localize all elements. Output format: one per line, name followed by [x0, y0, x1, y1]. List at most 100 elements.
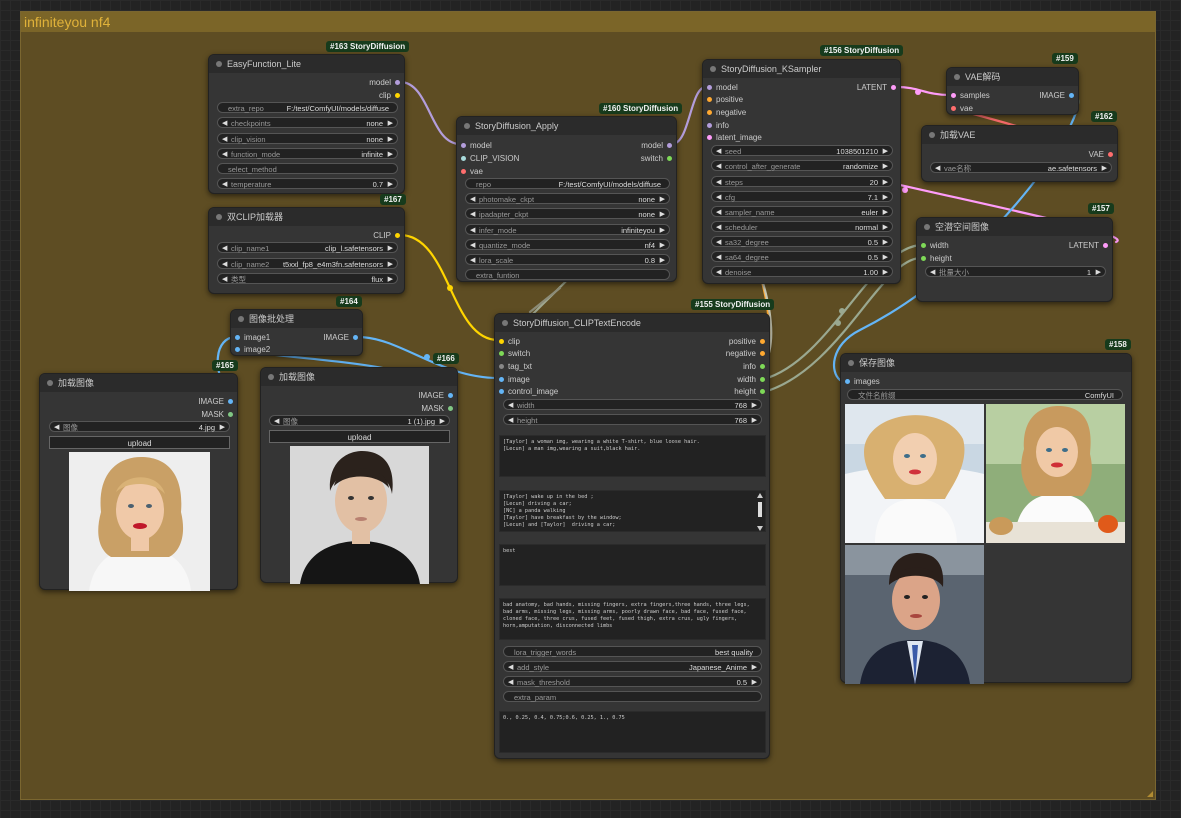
output-negative[interactable]: negative — [726, 349, 765, 358]
collapse-dot[interactable] — [502, 320, 508, 326]
widget-width[interactable]: ◀ width 768 ▶ — [503, 399, 762, 410]
input-height[interactable]: height — [921, 254, 952, 263]
node-title[interactable]: 双CLIP加载器 — [209, 208, 404, 226]
widget-clip-name1[interactable]: ◀ clip_name1 clip_l.safetensors ▶ — [217, 242, 398, 253]
widget-seed[interactable]: ◀ seed 1038501210 ▶ — [711, 145, 893, 156]
input-clip-vision[interactable]: CLIP_VISION — [461, 154, 519, 163]
output-mask[interactable]: MASK — [201, 410, 233, 419]
widget-image-select[interactable]: ◀ 图像 1 (1).jpg ▶ — [269, 415, 450, 426]
widget-sampler-name[interactable]: ◀ sampler_name euler ▶ — [711, 206, 893, 217]
collapse-dot[interactable] — [464, 123, 470, 129]
node-vae-decode[interactable]: VAE解码 samples vae IMAGE — [946, 67, 1079, 115]
output-image[interactable]: IMAGE — [323, 333, 358, 342]
input-clip[interactable]: clip — [499, 337, 520, 346]
node-title[interactable]: 加载图像 — [261, 368, 457, 386]
character-prompt-textarea[interactable]: [Taylor] a woman img, wearing a white T-… — [499, 435, 766, 477]
widget-sa32-degree[interactable]: ◀ sa32_degree 0.5 ▶ — [711, 236, 893, 247]
output-latent[interactable]: LATENT — [857, 83, 896, 92]
collapse-dot[interactable] — [848, 360, 854, 366]
output-image-1[interactable] — [845, 404, 984, 543]
upload-button[interactable]: upload — [49, 436, 230, 449]
collapse-dot[interactable] — [216, 214, 222, 220]
node-title[interactable]: StoryDiffusion_Apply — [457, 117, 676, 135]
input-latent-image[interactable]: latent_image — [707, 133, 762, 142]
node-title[interactable]: 空潜空间图像 — [917, 218, 1112, 236]
node-dual-clip-loader[interactable]: 双CLIP加载器 CLIP ◀ clip_name1 clip_l.safetens… — [208, 207, 405, 294]
input-width[interactable]: width — [921, 241, 949, 250]
widget-mask-threshold[interactable]: ◀ mask_threshold 0.5 ▶ — [503, 676, 762, 687]
collapse-dot[interactable] — [929, 132, 935, 138]
input-negative[interactable]: negative — [707, 108, 746, 117]
widget-photomake-ckpt[interactable]: ◀ photomake_ckpt none ▶ — [465, 193, 670, 204]
output-positive[interactable]: positive — [729, 337, 765, 346]
node-load-vae[interactable]: 加载VAE VAE ◀ vae名称 ae.safetensors ▶ — [921, 125, 1118, 182]
widget-extra-repo[interactable]: extra_repo F:/test/ComfyUI/models/diffuse — [217, 102, 398, 113]
input-image[interactable]: image — [499, 375, 530, 384]
node-storydiffusion-apply[interactable]: StoryDiffusion_Apply model CLIP_VISION v… — [456, 116, 677, 282]
widget-lora-trigger-words[interactable]: lora_trigger_words best quality — [503, 646, 762, 657]
collapse-dot[interactable] — [710, 66, 716, 72]
textarea-scrollbar[interactable] — [757, 493, 763, 531]
negative-prompt-textarea[interactable]: bad anatomy, bad hands, missing fingers,… — [499, 598, 766, 640]
collapse-dot[interactable] — [238, 316, 244, 322]
input-tag-txt[interactable]: tag_txt — [499, 362, 532, 371]
widget-denoise[interactable]: ◀ denoise 1.00 ▶ — [711, 266, 893, 277]
widget-filename-prefix[interactable]: 文件名前缀 ComfyUI — [847, 389, 1123, 400]
node-image-batch[interactable]: 图像批处理 image1 image2 IMAGE — [230, 309, 363, 356]
input-samples[interactable]: samples — [951, 91, 990, 100]
node-easyfunction-lite[interactable]: EasyFunction_Lite model clip extra_repo F… — [208, 54, 405, 194]
output-switch[interactable]: switch — [641, 154, 672, 163]
node-save-image[interactable]: 保存图像 images 文件名前缀 ComfyUI — [840, 353, 1132, 684]
node-title[interactable]: 加载VAE — [922, 126, 1117, 144]
collapse-dot[interactable] — [924, 224, 930, 230]
output-model[interactable]: model — [369, 78, 400, 87]
node-empty-latent[interactable]: 空潜空间图像 width height LATENT ◀ 批量大小 1 ▶ — [916, 217, 1113, 302]
upload-button[interactable]: upload — [269, 430, 450, 443]
widget-select-method[interactable]: select_method — [217, 163, 398, 174]
widget-clip-vision[interactable]: ◀ clip_vision none ▶ — [217, 133, 398, 144]
widget-control-after-generate[interactable]: ◀ control_after_generate randomize ▶ — [711, 160, 893, 171]
input-info[interactable]: info — [707, 121, 729, 130]
output-image[interactable]: IMAGE — [1039, 91, 1074, 100]
widget-scheduler[interactable]: ◀ scheduler normal ▶ — [711, 221, 893, 232]
widget-sa64-degree[interactable]: ◀ sa64_degree 0.5 ▶ — [711, 251, 893, 262]
widget-repo[interactable]: repo F:/test/ComfyUI/models/diffuse — [465, 178, 670, 189]
node-storydiffusion-cliptextencode[interactable]: StoryDiffusion_CLIPTextEncode clip switc… — [494, 313, 770, 759]
output-mask[interactable]: MASK — [421, 404, 453, 413]
output-image-3[interactable] — [845, 545, 984, 684]
widget-extra-param[interactable]: extra_param — [503, 691, 762, 702]
scene-prompt-textarea[interactable]: [Taylor] wake up in the bed ; [Lecun] dr… — [499, 490, 766, 532]
widget-add-style[interactable]: ◀ add_style Japanese_Anime ▶ — [503, 661, 762, 672]
output-clip[interactable]: CLIP — [373, 231, 400, 240]
output-image[interactable]: IMAGE — [418, 391, 453, 400]
node-storydiffusion-ksampler[interactable]: StoryDiffusion_KSampler model positive n… — [702, 59, 901, 284]
node-title[interactable]: 加载图像 — [40, 374, 237, 392]
output-latent[interactable]: LATENT — [1069, 241, 1108, 250]
widget-quantize-mode[interactable]: ◀ quantize_mode nf4 ▶ — [465, 239, 670, 250]
node-load-image-1[interactable]: 加载图像 IMAGE MASK ◀ 图像 4.jpg ▶ upload — [39, 373, 238, 591]
node-title[interactable]: 保存图像 — [841, 354, 1131, 372]
widget-clip-name2[interactable]: ◀ clip_name2 t5xxl_fp8_e4m3fn.safetensors ▶ — [217, 258, 398, 269]
widget-height[interactable]: ◀ height 768 ▶ — [503, 414, 762, 425]
input-vae[interactable]: vae — [951, 104, 973, 113]
input-control-image[interactable]: control_image — [499, 387, 558, 396]
input-image1[interactable]: image1 — [235, 333, 270, 342]
style-prompt-textarea[interactable]: best — [499, 544, 766, 586]
widget-ipadapter-ckpt[interactable]: ◀ ipadapter_ckpt none ▶ — [465, 208, 670, 219]
output-height[interactable]: height — [734, 387, 765, 396]
input-vae[interactable]: vae — [461, 167, 483, 176]
input-switch[interactable]: switch — [499, 349, 530, 358]
node-title[interactable]: EasyFunction_Lite — [209, 55, 404, 73]
widget-clip-type[interactable]: ◀ 类型 flux ▶ — [217, 273, 398, 284]
input-model[interactable]: model — [707, 83, 738, 92]
node-title[interactable]: StoryDiffusion_KSampler — [703, 60, 900, 78]
collapse-dot[interactable] — [954, 74, 960, 80]
output-clip[interactable]: clip — [379, 91, 400, 100]
input-model[interactable]: model — [461, 141, 492, 150]
input-images[interactable]: images — [845, 377, 880, 386]
output-width[interactable]: width — [737, 375, 765, 384]
output-info[interactable]: info — [743, 362, 765, 371]
collapse-dot[interactable] — [47, 380, 53, 386]
input-positive[interactable]: positive — [707, 95, 743, 104]
widget-function-mode[interactable]: ◀ function_mode infinite ▶ — [217, 148, 398, 159]
